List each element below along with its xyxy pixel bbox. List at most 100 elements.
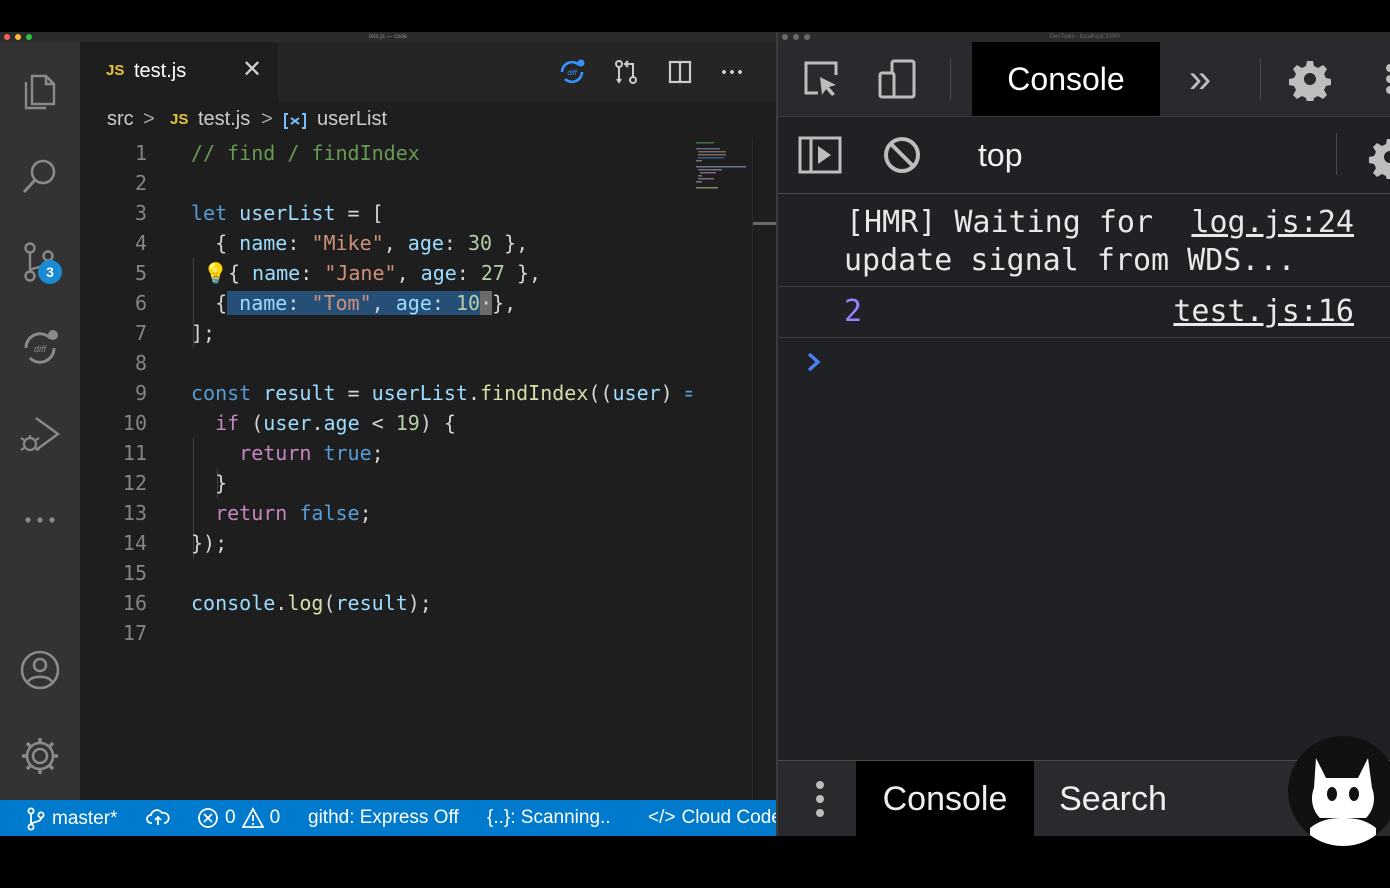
source-control-button[interactable]: 3 — [16, 238, 64, 286]
tab-label: test.js — [134, 60, 187, 82]
breadcrumb: src > JS test.js > userList — [80, 102, 776, 138]
minimap[interactable] — [692, 138, 752, 800]
code-line: 12 } — [122, 471, 228, 495]
open-changes-button[interactable] — [610, 56, 642, 88]
split-editor-icon — [668, 60, 692, 84]
code-line: 10 if (user.age < 19) { — [122, 411, 456, 435]
compare-changes-icon — [615, 60, 637, 84]
breadcrumb-separator: > — [143, 108, 155, 130]
screen-top-border — [0, 0, 1390, 32]
screen-bottom-border — [0, 836, 1390, 888]
vertical-dots-icon — [1386, 64, 1390, 94]
console-prompt-chevron-icon — [807, 352, 821, 372]
minimap-preview — [696, 142, 746, 189]
variable-symbol-icon — [284, 113, 306, 129]
console-message-text: [HMR] Waiting for — [846, 205, 1154, 240]
cloud-code-label: Cloud Code — [681, 807, 776, 828]
context-selector[interactable]: top — [978, 137, 1022, 174]
console-number-value: 2 — [844, 294, 863, 329]
console-input[interactable] — [838, 338, 1378, 398]
activity-bar: 3 diff — [0, 42, 80, 800]
code-line: 1// find / findIndex — [134, 141, 420, 165]
explorer-button[interactable] — [16, 66, 64, 114]
breadcrumb-symbol[interactable]: userList — [317, 108, 387, 131]
code-line: 11 return true; — [122, 441, 384, 465]
search-icon — [22, 159, 56, 194]
source-link[interactable]: log.js:24 — [1191, 204, 1354, 242]
breadcrumb-separator: > — [261, 108, 273, 130]
show-sidebar-button[interactable] — [798, 135, 842, 175]
code-line: 6 { name: "Tom", age: 10·}, — [134, 291, 517, 315]
device-toolbar-button[interactable] — [876, 57, 920, 101]
inspect-element-button[interactable] — [800, 57, 844, 101]
more-tabs-icon[interactable]: » — [1180, 57, 1220, 101]
diff-sync-icon: diff — [560, 59, 585, 84]
split-editor-button[interactable] — [664, 56, 696, 88]
tab-test-js[interactable]: JS test.js ✕ — [80, 42, 278, 102]
breadcrumb-js-icon: JS — [170, 111, 189, 128]
code-line: 2 — [134, 171, 147, 195]
clear-console-button[interactable] — [882, 135, 922, 175]
vscode-window: test.js — code 3 diff JS test.js ✕ diff … — [0, 32, 776, 836]
toolbar-divider — [950, 58, 951, 100]
devtools-window: DevTools - localhost:3000/ Console » top — [776, 32, 1390, 836]
run-debug-icon — [20, 417, 61, 452]
more-icon — [25, 517, 55, 523]
drawer-tab-console[interactable]: Console — [856, 761, 1034, 836]
gear-icon — [1369, 139, 1390, 179]
more-actions-button[interactable] — [716, 56, 748, 88]
files-icon — [24, 74, 56, 110]
avatar — [1288, 736, 1390, 846]
problems-status[interactable]: 0 0 — [197, 807, 280, 829]
accounts-button[interactable] — [16, 646, 64, 694]
diff-button[interactable]: diff — [16, 324, 64, 372]
more-views-button[interactable] — [16, 496, 64, 544]
code-line: 5 💡{ name: "Jane", age: 27 }, — [134, 261, 542, 285]
breadcrumb-folder[interactable]: src — [107, 108, 134, 131]
cloud-code-status[interactable]: </> Cloud Code — [648, 807, 776, 829]
source-link[interactable]: test.js:16 — [1173, 293, 1354, 331]
ellipsis-icon — [722, 70, 742, 74]
gear-icon — [1289, 61, 1331, 101]
sidebar-play-icon — [798, 136, 842, 174]
code-line: 3 let userList = [ — [134, 201, 384, 225]
code-line: 15 — [122, 561, 147, 585]
toolbar-divider — [1336, 133, 1337, 175]
customize-menu-button[interactable] — [1382, 64, 1390, 94]
close-tab-icon[interactable]: ✕ — [240, 56, 264, 84]
run-debug-button[interactable] — [16, 410, 64, 458]
code-line: 14}); — [122, 531, 228, 555]
code-line: 16 console.log(result); — [122, 591, 432, 615]
console-message-text: update signal from WDS... — [844, 243, 1296, 278]
code-editor[interactable]: 1// find / findIndex 2 3 let userList = [… — [80, 138, 692, 800]
githd-status[interactable]: githd: Express Off — [308, 807, 459, 829]
lightbulb-icon[interactable]: 💡 — [203, 261, 228, 285]
drawer-menu-icon[interactable] — [812, 779, 828, 819]
drawer-tab-search[interactable]: Search — [1046, 761, 1180, 836]
text-selection: name: "Tom", age: 10· — [227, 291, 493, 315]
gear-icon — [22, 738, 58, 774]
diff-toolbar-button[interactable]: diff — [556, 56, 588, 88]
settings-button[interactable] — [1288, 57, 1332, 101]
console-filter-bar: top — [778, 117, 1390, 194]
svg-text:diff: diff — [34, 344, 48, 354]
code-line: 9 const result = userList.findIndex((user… — [134, 381, 692, 405]
scanning-status[interactable]: {..}: Scanning.. — [487, 807, 611, 829]
device-mode-icon — [878, 59, 916, 99]
code-line: 13 return false; — [122, 501, 372, 525]
editor-scrollbar[interactable] — [752, 138, 776, 800]
code-line: 8 — [134, 351, 147, 375]
manage-button[interactable] — [16, 732, 64, 780]
sync-status[interactable] — [146, 807, 170, 827]
console-settings-button[interactable] — [1368, 135, 1390, 179]
search-button[interactable] — [16, 152, 64, 200]
scroll-position-marker — [753, 222, 776, 225]
source-control-badge: 3 — [38, 260, 62, 284]
branch-status[interactable]: master* — [26, 807, 117, 831]
toolbar-divider — [1260, 58, 1261, 100]
code-brackets-icon: </> — [648, 807, 676, 828]
console-message: [HMR] Waiting for update signal from WDS… — [778, 194, 1390, 287]
warning-count: 0 — [269, 807, 281, 828]
breadcrumb-file[interactable]: test.js — [198, 108, 250, 131]
tab-console[interactable]: Console — [972, 42, 1160, 116]
